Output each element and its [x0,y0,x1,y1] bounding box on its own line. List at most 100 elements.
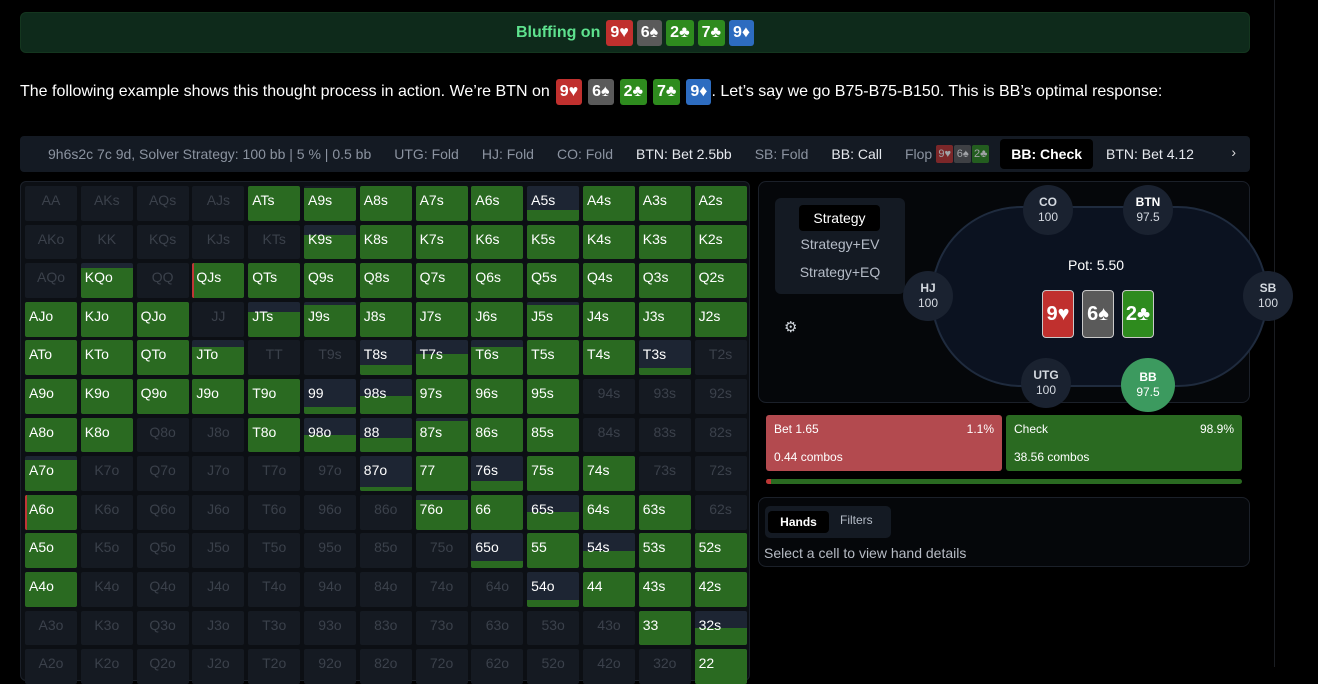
hand-cell[interactable]: T9o [248,378,301,414]
hand-cell[interactable]: A3s [638,186,691,221]
hand-cell[interactable]: Q4o [136,571,189,607]
hand-cell[interactable]: K7o [80,456,133,491]
seat-co[interactable]: CO 100 [1023,185,1073,235]
hand-cell[interactable]: J7o [192,456,245,491]
hand-cell[interactable]: K4o [80,571,133,607]
hand-cell[interactable]: Q6o [136,494,189,530]
hand-cell[interactable]: T6s [471,340,524,376]
hand-cell[interactable]: T3o [248,610,301,646]
hand-cell[interactable]: 77 [415,456,468,491]
hand-cell[interactable]: Q9o [136,378,189,414]
hand-cell[interactable]: 97s [415,378,468,414]
hand-cell[interactable]: J9s [303,301,356,337]
seat-btn[interactable]: BTN 97.5 [1123,185,1173,235]
hand-cell[interactable]: T6o [248,494,301,530]
hand-cell[interactable]: A8o [25,417,77,453]
hand-cell[interactable]: J8s [359,301,412,337]
hand-cell[interactable]: J5s [527,301,580,337]
hand-cell[interactable]: A7s [415,186,468,221]
hand-cell[interactable]: K5s [527,224,580,260]
hand-cell[interactable]: QJo [136,301,189,337]
hand-cell[interactable]: 93o [303,610,356,646]
tab-filters[interactable]: Filters [840,513,873,527]
hand-cell[interactable]: JTo [192,340,245,376]
hand-cell[interactable]: 65s [527,494,580,530]
hand-cell[interactable]: J6o [192,494,245,530]
hand-cell[interactable]: 87o [359,456,412,491]
hand-cell[interactable]: KTs [248,224,301,260]
hand-cell[interactable]: 83s [638,417,691,453]
hand-cell[interactable]: Q5s [527,263,580,298]
hand-cell[interactable]: KQo [80,263,133,298]
hand-cell[interactable]: AQo [25,263,77,298]
hand-cell[interactable]: JJ [192,301,245,337]
hand-cell[interactable]: 75s [527,456,580,491]
hand-cell[interactable]: T2s [694,340,747,376]
hand-cell[interactable]: T3s [638,340,691,376]
hand-cell[interactable]: KQs [136,224,189,260]
hand-cell[interactable]: AKo [25,224,77,260]
scroll-right-icon[interactable]: › [1231,144,1236,160]
hand-cell[interactable]: A6o [25,494,77,530]
hand-cell[interactable]: Q4s [582,263,635,298]
hand-cell[interactable]: Q9s [303,263,356,298]
hand-cell[interactable]: Q2s [694,263,747,298]
hand-cell[interactable]: 92s [694,378,747,414]
hand-cell[interactable]: AKs [80,186,133,221]
action-sb-fold[interactable]: SB: Fold [755,146,809,162]
hand-cell[interactable]: K3s [638,224,691,260]
hand-cell[interactable]: 43s [638,571,691,607]
hand-cell[interactable]: 75o [415,533,468,569]
hand-cell[interactable]: A5s [527,186,580,221]
seat-utg[interactable]: UTG 100 [1021,358,1071,408]
hand-cell[interactable]: Q7s [415,263,468,298]
hand-cell[interactable]: J4o [192,571,245,607]
hand-cell[interactable]: 97o [303,456,356,491]
hand-cell[interactable]: K4s [582,224,635,260]
hand-cell[interactable]: 74o [415,571,468,607]
action-btn-bet-next[interactable]: BTN: Bet 4.12 [1106,146,1194,162]
hand-cell[interactable]: K8o [80,417,133,453]
hand-cell[interactable]: 53o [527,610,580,646]
hand-cell[interactable]: TT [248,340,301,376]
hand-cell[interactable]: 95o [303,533,356,569]
hand-cell[interactable]: K9o [80,378,133,414]
action-bb-call[interactable]: BB: Call [831,146,882,162]
hand-cell[interactable]: ATo [25,340,77,376]
hand-cell[interactable]: 73o [415,610,468,646]
seat-sb[interactable]: SB 100 [1243,271,1293,321]
hand-cell[interactable]: 84s [582,417,635,453]
hand-cell[interactable]: A6s [471,186,524,221]
hand-cell[interactable]: 85o [359,533,412,569]
hand-cell[interactable]: 54s [582,533,635,569]
action-utg-fold[interactable]: UTG: Fold [394,146,459,162]
hand-cell[interactable]: A4s [582,186,635,221]
hand-cell[interactable]: 96s [471,378,524,414]
hand-cell[interactable]: 87s [415,417,468,453]
hand-cell[interactable]: 64o [471,571,524,607]
hand-cell[interactable]: 76o [415,494,468,530]
hand-cell[interactable]: T4s [582,340,635,376]
hand-cell[interactable]: T5s [527,340,580,376]
hand-cell[interactable]: J8o [192,417,245,453]
hand-cell[interactable]: 82s [694,417,747,453]
hand-cell[interactable]: T5o [248,533,301,569]
hand-cell[interactable]: 98o [303,417,356,453]
hand-cell[interactable]: 86o [359,494,412,530]
hand-cell[interactable]: 54o [527,571,580,607]
hand-cell[interactable]: J9o [192,378,245,414]
hand-cell[interactable]: AJo [25,301,77,337]
hand-cell[interactable]: A5o [25,533,77,569]
hand-cell[interactable]: QQ [136,263,189,298]
tab-strategy-ev[interactable]: Strategy+EV [775,236,905,252]
action-co-fold[interactable]: CO: Fold [557,146,613,162]
hand-cell[interactable]: 63o [471,610,524,646]
hand-cell[interactable]: Q5o [136,533,189,569]
hand-cell[interactable]: T4o [248,571,301,607]
settings-gear-icon[interactable]: ⚙ [784,318,797,336]
hand-cell[interactable]: K6s [471,224,524,260]
hand-cell[interactable]: KK [80,224,133,260]
hand-cell[interactable]: AJs [192,186,245,221]
hand-cell[interactable]: 43o [582,610,635,646]
hand-cell[interactable]: 72s [694,456,747,491]
